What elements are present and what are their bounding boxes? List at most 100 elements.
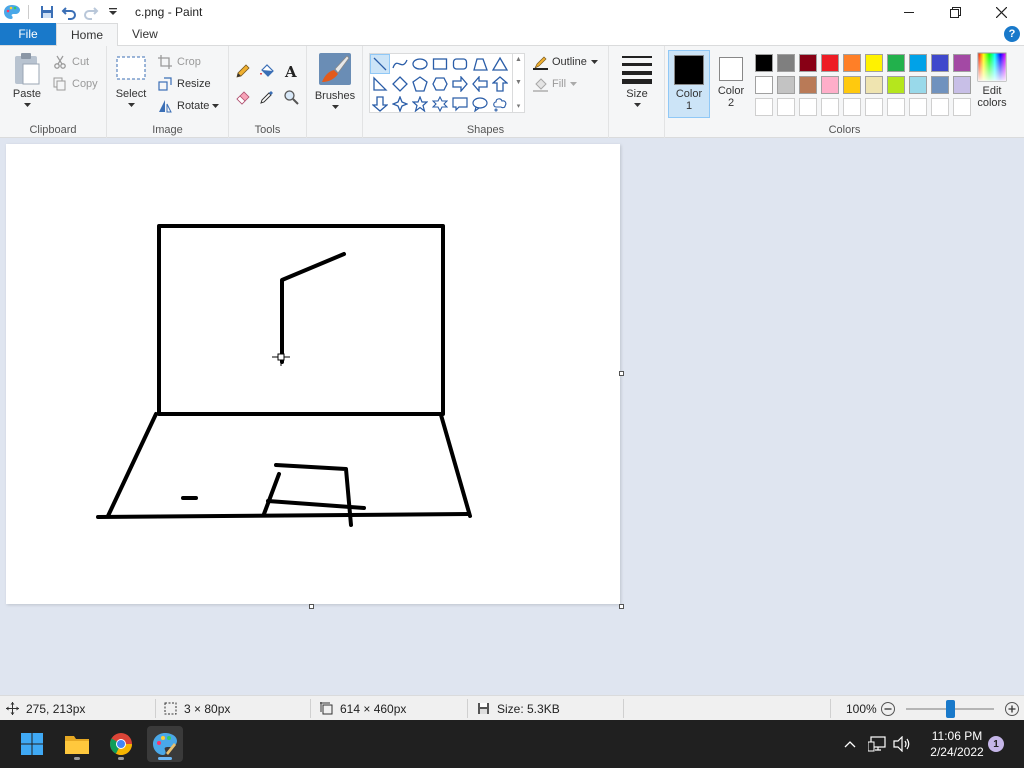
shape-oval-callout-icon[interactable] <box>470 94 490 114</box>
palette-color-3-6[interactable] <box>863 96 885 118</box>
customize-toolbar-chevron-icon[interactable] <box>103 2 123 22</box>
eraser-icon[interactable] <box>233 87 253 107</box>
palette-color-1-10[interactable] <box>951 52 973 74</box>
palette-color-1-4[interactable] <box>819 52 841 74</box>
palette-color-3-9[interactable] <box>929 96 951 118</box>
start-button[interactable] <box>14 726 50 762</box>
color2-button[interactable]: Color 2 <box>710 50 752 118</box>
expand-gallery-icon[interactable]: ▾ <box>517 102 521 110</box>
size-button[interactable]: Size <box>617 54 657 107</box>
palette-color-1-6[interactable] <box>863 52 885 74</box>
drawing-canvas[interactable] <box>6 144 620 604</box>
fill-button[interactable]: Fill <box>532 74 578 94</box>
palette-color-2-7[interactable] <box>885 74 907 96</box>
minimize-button[interactable] <box>886 0 932 24</box>
shape-triangle-icon[interactable] <box>490 54 510 74</box>
palette-color-3-4[interactable] <box>819 96 841 118</box>
resize-button[interactable]: Resize <box>157 74 211 94</box>
taskbar-chrome[interactable] <box>103 726 139 762</box>
brushes-button[interactable]: Brushes <box>313 52 357 109</box>
tab-file[interactable]: File <box>0 23 56 45</box>
shape-left-arrow-icon[interactable] <box>470 74 490 94</box>
shape-curve-icon[interactable] <box>390 54 410 74</box>
text-icon[interactable]: A <box>281 61 301 81</box>
palette-color-1-9[interactable] <box>929 52 951 74</box>
outline-button[interactable]: Outline <box>532 52 598 72</box>
shape-line-icon[interactable] <box>370 54 390 74</box>
palette-color-2-9[interactable] <box>929 74 951 96</box>
shape-cloud-callout-icon[interactable] <box>490 94 510 114</box>
close-button[interactable] <box>978 0 1024 24</box>
resize-handle-right[interactable] <box>619 371 624 376</box>
shape-pentagon-icon[interactable] <box>410 74 430 94</box>
palette-color-3-3[interactable] <box>797 96 819 118</box>
undo-icon[interactable] <box>59 2 79 22</box>
tab-view[interactable]: View <box>118 23 172 45</box>
copy-button[interactable]: Copy <box>52 74 98 94</box>
paint-app-icon[interactable] <box>2 2 22 22</box>
shape-five-point-star-icon[interactable] <box>410 94 430 114</box>
color1-button[interactable]: Color 1 <box>668 50 710 118</box>
shape-hexagon-icon[interactable] <box>430 74 450 94</box>
shape-four-point-star-icon[interactable] <box>390 94 410 114</box>
shape-polygon-icon[interactable] <box>470 54 490 74</box>
palette-color-2-10[interactable] <box>951 74 973 96</box>
shape-oval-icon[interactable] <box>410 54 430 74</box>
palette-color-3-5[interactable] <box>841 96 863 118</box>
palette-color-3-10[interactable] <box>951 96 973 118</box>
help-icon[interactable]: ? <box>1004 26 1020 42</box>
volume-icon[interactable] <box>891 720 913 768</box>
zoom-out-button[interactable] <box>880 696 896 721</box>
palette-color-3-8[interactable] <box>907 96 929 118</box>
crop-button[interactable]: Crop <box>157 52 201 72</box>
palette-color-3-1[interactable] <box>753 96 775 118</box>
palette-color-3-7[interactable] <box>885 96 907 118</box>
zoom-slider-track[interactable] <box>906 699 994 718</box>
taskbar-paint[interactable] <box>147 726 183 762</box>
palette-color-2-4[interactable] <box>819 74 841 96</box>
palette-color-1-7[interactable] <box>885 52 907 74</box>
select-button[interactable]: Select <box>113 54 149 107</box>
palette-color-3-2[interactable] <box>775 96 797 118</box>
network-icon[interactable] <box>866 720 888 768</box>
scroll-up-icon[interactable]: ▲ <box>515 56 522 63</box>
shape-up-arrow-icon[interactable] <box>490 74 510 94</box>
palette-color-2-3[interactable] <box>797 74 819 96</box>
clock[interactable]: 11:06 PM 2/24/2022 <box>920 728 994 760</box>
palette-color-2-2[interactable] <box>775 74 797 96</box>
palette-color-1-1[interactable] <box>753 52 775 74</box>
palette-color-1-3[interactable] <box>797 52 819 74</box>
magnifier-icon[interactable] <box>281 87 301 107</box>
shape-rect-callout-icon[interactable] <box>450 94 470 114</box>
zoom-in-button[interactable] <box>1004 696 1020 721</box>
pencil-icon[interactable] <box>233 61 253 81</box>
resize-handle-bottom[interactable] <box>309 604 314 609</box>
tab-home[interactable]: Home <box>56 23 119 46</box>
shape-diamond-icon[interactable] <box>390 74 410 94</box>
palette-color-1-2[interactable] <box>775 52 797 74</box>
shape-six-point-star-icon[interactable] <box>430 94 450 114</box>
edit-colors-button[interactable]: Edit colors <box>972 52 1012 109</box>
shape-right-arrow-icon[interactable] <box>450 74 470 94</box>
color-picker-icon[interactable] <box>257 87 277 107</box>
redo-icon[interactable] <box>81 2 101 22</box>
canvas-workspace[interactable] <box>0 138 1024 695</box>
palette-color-2-6[interactable] <box>863 74 885 96</box>
notification-badge[interactable]: 1 <box>988 736 1004 752</box>
rotate-button[interactable]: Rotate <box>157 96 220 116</box>
palette-color-1-8[interactable] <box>907 52 929 74</box>
palette-color-1-5[interactable] <box>841 52 863 74</box>
cut-button[interactable]: Cut <box>52 52 89 72</box>
fill-bucket-icon[interactable] <box>257 61 277 81</box>
shape-right-triangle-icon[interactable] <box>370 74 390 94</box>
shape-rounded-rectangle-icon[interactable] <box>450 54 470 74</box>
shape-down-arrow-icon[interactable] <box>370 94 390 114</box>
maximize-button[interactable] <box>932 0 978 24</box>
save-icon[interactable] <box>37 2 57 22</box>
palette-color-2-1[interactable] <box>753 74 775 96</box>
zoom-slider-thumb[interactable] <box>945 699 955 718</box>
shapes-scroll[interactable]: ▲ ▼ ▾ <box>513 53 525 113</box>
zoom-slider[interactable] <box>906 696 994 721</box>
taskbar-file-explorer[interactable] <box>59 726 95 762</box>
scroll-down-icon[interactable]: ▼ <box>515 79 522 86</box>
